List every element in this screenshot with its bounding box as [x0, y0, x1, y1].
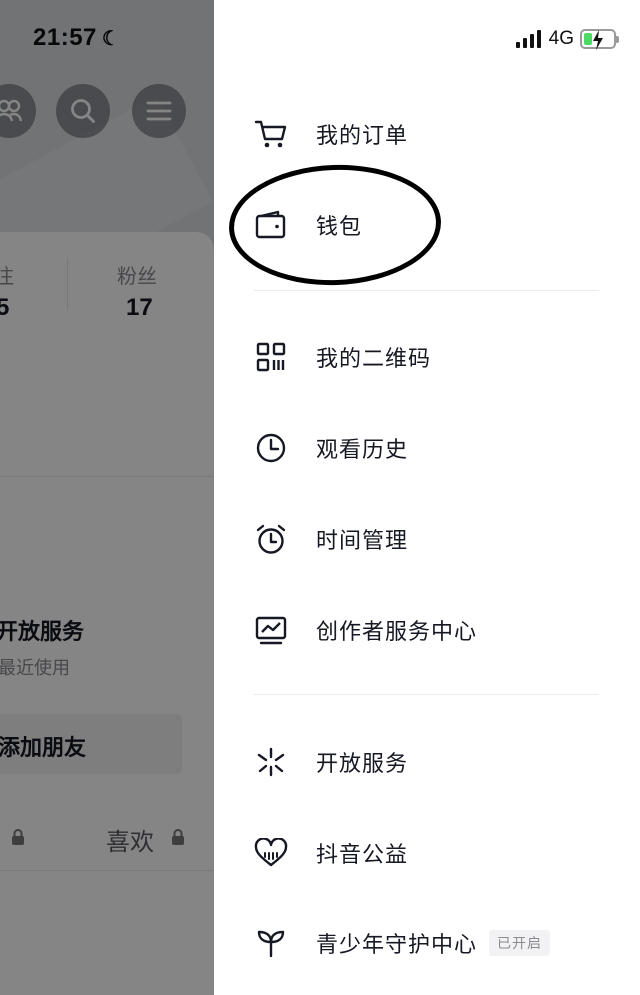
qr-code-icon — [254, 340, 288, 374]
menu-item-orders[interactable]: 我的订单 — [254, 104, 614, 164]
heart-icon — [254, 836, 288, 870]
menu-item-open-services[interactable]: 开放服务 — [254, 732, 614, 792]
menu-item-time-management[interactable]: 时间管理 — [254, 509, 614, 569]
menu-label: 创作者服务中心 — [316, 620, 478, 645]
alarm-clock-icon — [254, 522, 288, 556]
menu-item-wallet[interactable]: 钱包 — [254, 195, 614, 255]
sprout-icon — [254, 926, 288, 960]
menu-label: 时间管理 — [316, 529, 409, 554]
menu-label: 青少年守护中心 — [316, 933, 478, 958]
battery-icon — [580, 29, 619, 50]
menu-label: 抖音公益 — [316, 843, 409, 868]
menu-divider — [254, 694, 599, 695]
menu-label: 开放服务 — [316, 752, 409, 777]
menu-label: 观看历史 — [316, 438, 409, 463]
menu-item-charity[interactable]: 抖音公益 — [254, 823, 614, 883]
background-profile-page: 21:57 ☾ 注 5 粉丝 17 开放服务 最近使用 添加朋友 喜欢 — [0, 0, 214, 995]
menu-divider — [254, 290, 599, 291]
wallet-icon — [254, 208, 288, 242]
cart-icon — [254, 117, 288, 151]
menu-item-qrcode[interactable]: 我的二维码 — [254, 327, 614, 387]
menu-item-youth-protection[interactable]: 青少年守护中心 已开启 — [254, 913, 614, 973]
menu-label: 我的二维码 — [316, 347, 432, 372]
signal-icon — [515, 30, 541, 48]
status-indicators: 4G — [515, 28, 619, 50]
side-drawer: 4G 我的订单 钱包 我的二维码 观看历史 时间管理 创作者服务中心 开放服务 … — [214, 0, 640, 995]
sparkle-icon — [254, 745, 288, 779]
status-badge: 已开启 — [489, 930, 551, 956]
dim-overlay[interactable] — [0, 0, 214, 995]
chart-monitor-icon — [254, 613, 288, 647]
menu-label: 我的订单 — [316, 124, 409, 149]
network-type: 4G — [548, 28, 574, 49]
clock-icon — [254, 431, 288, 465]
menu-label: 钱包 — [316, 215, 363, 240]
menu-item-creator-center[interactable]: 创作者服务中心 — [254, 600, 614, 660]
menu-item-history[interactable]: 观看历史 — [254, 418, 614, 478]
